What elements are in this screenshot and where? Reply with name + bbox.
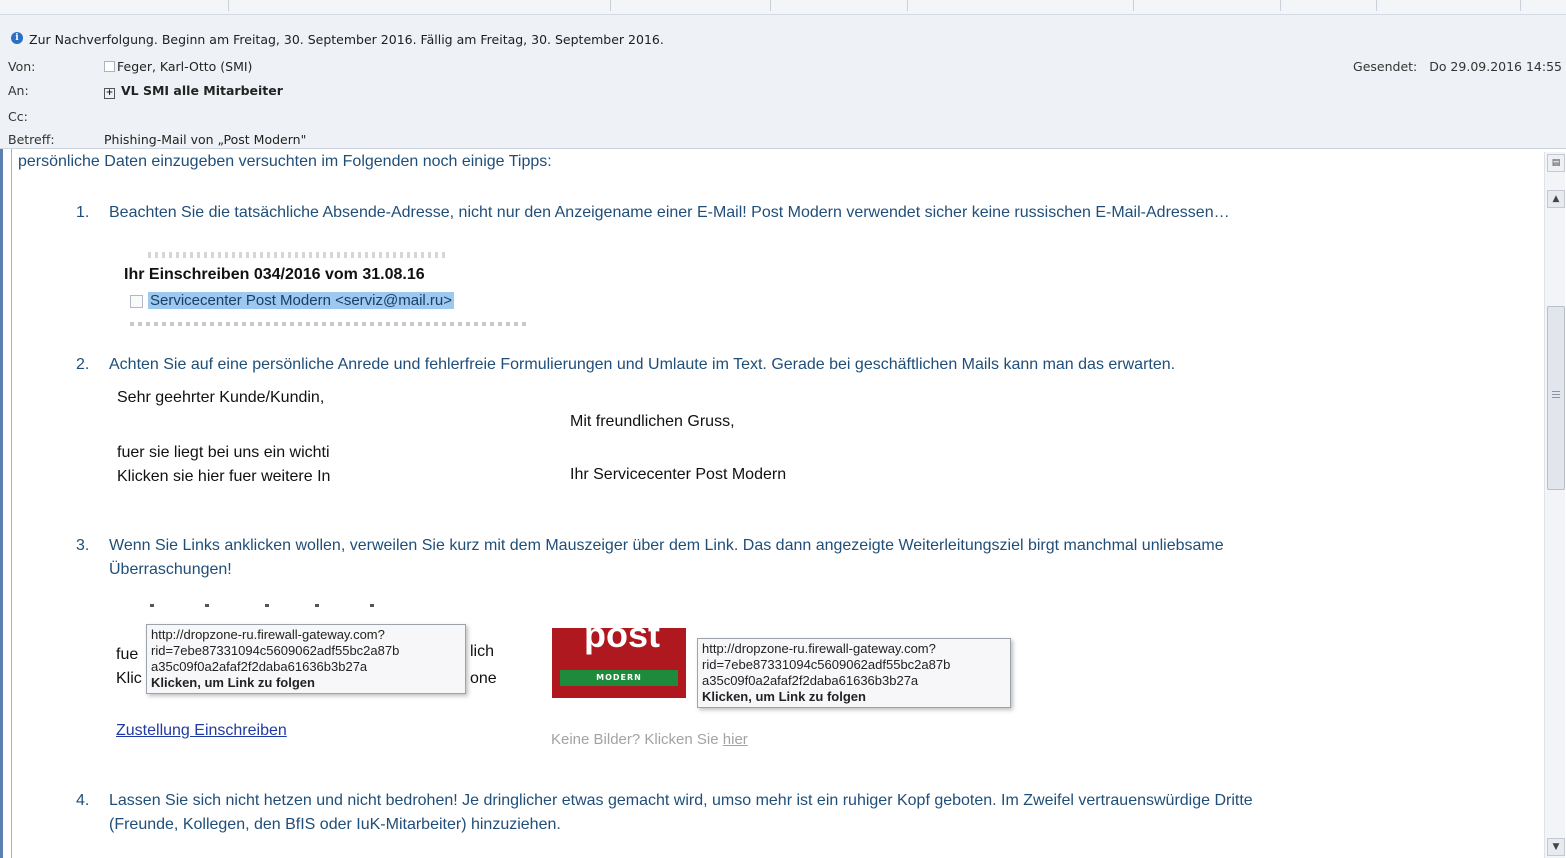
column-separator [907, 0, 908, 11]
scroll-up-icon[interactable]: ▲ [1547, 190, 1565, 208]
column-separator [610, 0, 611, 11]
tooltip-url-line: rid=7ebe87331094c5609062adf55bc2a87b [702, 657, 951, 672]
no-images-link[interactable]: hier [723, 731, 748, 748]
tip4-text: Lassen Sie sich nicht hetzen und nicht b… [109, 792, 1253, 809]
contact-checkbox-icon [104, 61, 115, 72]
subject-label: Betreff: [8, 132, 55, 147]
post-modern-logo: post MODERN [552, 628, 686, 698]
zustellung-link[interactable]: Zustellung Einschreiben [116, 722, 287, 740]
from-value: Feger, Karl-Otto (SMI) [117, 59, 253, 74]
snippet-text: fue [116, 646, 139, 663]
followup-flag-text: Zur Nachverfolgung. Beginn am Freitag, 3… [29, 32, 664, 47]
example-closing: Mit freundlichen Gruss, [570, 413, 735, 430]
tooltip-url-line: a35c09f0a2afaf2f2daba61636b3b27a [151, 659, 368, 674]
tooltip-url-line: rid=7ebe87331094c5609062adf55bc2a87b [151, 643, 400, 658]
tip1-number: 1. [76, 204, 90, 221]
tooltip-action: Klicken, um Link zu folgen [151, 675, 315, 690]
to-label: An: [8, 83, 29, 98]
tooltip-url-line: a35c09f0a2afaf2f2daba61636b3b27a [702, 673, 919, 688]
link-tooltip: http://dropzone-ru.firewall-gateway.com?… [697, 638, 1011, 708]
vertical-scrollbar[interactable]: ▤ ▲ ▼ [1544, 152, 1565, 858]
logo-word: post [584, 628, 660, 655]
tip3-number: 3. [76, 537, 90, 554]
column-separator [770, 0, 771, 11]
tip2-text: Achten Sie auf eine persönliche Anrede u… [109, 356, 1176, 373]
info-icon: i [11, 32, 23, 44]
tooltip-url-line: http://dropzone-ru.firewall-gateway.com? [151, 627, 385, 642]
link-tooltip: http://dropzone-ru.firewall-gateway.com?… [146, 624, 466, 694]
reading-pane-border [0, 149, 3, 858]
column-separator [228, 0, 229, 11]
from-field[interactable]: Feger, Karl-Otto (SMI) [104, 59, 252, 74]
example-body-line: fuer sie liegt bei uns ein wichti [117, 444, 330, 461]
tooltip-url-line: http://dropzone-ru.firewall-gateway.com? [702, 641, 936, 656]
to-value: VL SMI alle Mitarbeiter [121, 83, 283, 98]
faint-text-line [148, 252, 448, 258]
tip4-number: 4. [76, 792, 90, 809]
column-separator [1133, 0, 1134, 11]
snippet-text: lich [470, 643, 495, 660]
scrollbar-thumb[interactable] [1547, 306, 1565, 490]
column-separator [1376, 0, 1377, 11]
reading-pane-border-inner [11, 149, 12, 858]
cc-label: Cc: [8, 109, 28, 124]
checkbox-icon [130, 295, 143, 308]
example-body-line: Klicken sie hier fuer weitere In [117, 468, 331, 485]
sent-field: Gesendet: Do 29.09.2016 14:55 [1353, 59, 1562, 74]
example-sender-image: Ihr Einschreiben 034/2016 vom 31.08.16 S… [108, 252, 542, 326]
snippet-text: one [470, 670, 497, 687]
tip4-text-continued: (Freunde, Kollegen, den BfIS oder IuK-Mi… [109, 816, 561, 833]
sent-value: Do 29.09.2016 14:55 [1429, 59, 1562, 74]
snippet-text: Klic [116, 670, 142, 687]
column-header-strip [0, 0, 1566, 15]
example-sender-address: Servicecenter Post Modern <serviz@mail.r… [148, 292, 455, 309]
column-separator [1280, 0, 1281, 11]
tip3-text: Wenn Sie Links anklicken wollen, verweil… [109, 537, 1224, 554]
tip3-text-continued: Überraschungen! [109, 561, 232, 578]
sent-label: Gesendet: [1353, 59, 1418, 74]
tip2-number: 2. [76, 356, 90, 373]
no-images-note: Keine Bilder? Klicken Sie hier [551, 731, 748, 748]
column-separator [1520, 0, 1521, 11]
to-field[interactable]: + VL SMI alle Mitarbeiter [104, 83, 283, 99]
example-subject: Ihr Einschreiben 034/2016 vom 31.08.16 [124, 266, 425, 283]
logo-subtitle: MODERN [560, 670, 678, 686]
people-pane-icon[interactable]: ▤ [1547, 154, 1565, 172]
faint-text-line [130, 322, 530, 326]
cropped-text-fragment [150, 604, 380, 608]
tip1-text: Beachten Sie die tatsächliche Absende-Ad… [109, 204, 1230, 221]
from-label: Von: [8, 59, 36, 74]
message-header: i Zur Nachverfolgung. Beginn am Freitag,… [0, 15, 1566, 149]
example-greeting: Sehr geehrter Kunde/Kundin, [117, 389, 325, 406]
scroll-down-icon[interactable]: ▼ [1547, 838, 1565, 856]
tooltip-action: Klicken, um Link zu folgen [702, 689, 866, 704]
intro-text: persönliche Daten einzugeben versuchten … [18, 153, 552, 170]
expand-plus-icon[interactable]: + [104, 88, 115, 99]
example-signature: Ihr Servicecenter Post Modern [570, 466, 787, 483]
no-images-text: Keine Bilder? Klicken Sie [551, 731, 723, 748]
subject-value: Phishing-Mail von „Post Modern" [104, 132, 307, 147]
